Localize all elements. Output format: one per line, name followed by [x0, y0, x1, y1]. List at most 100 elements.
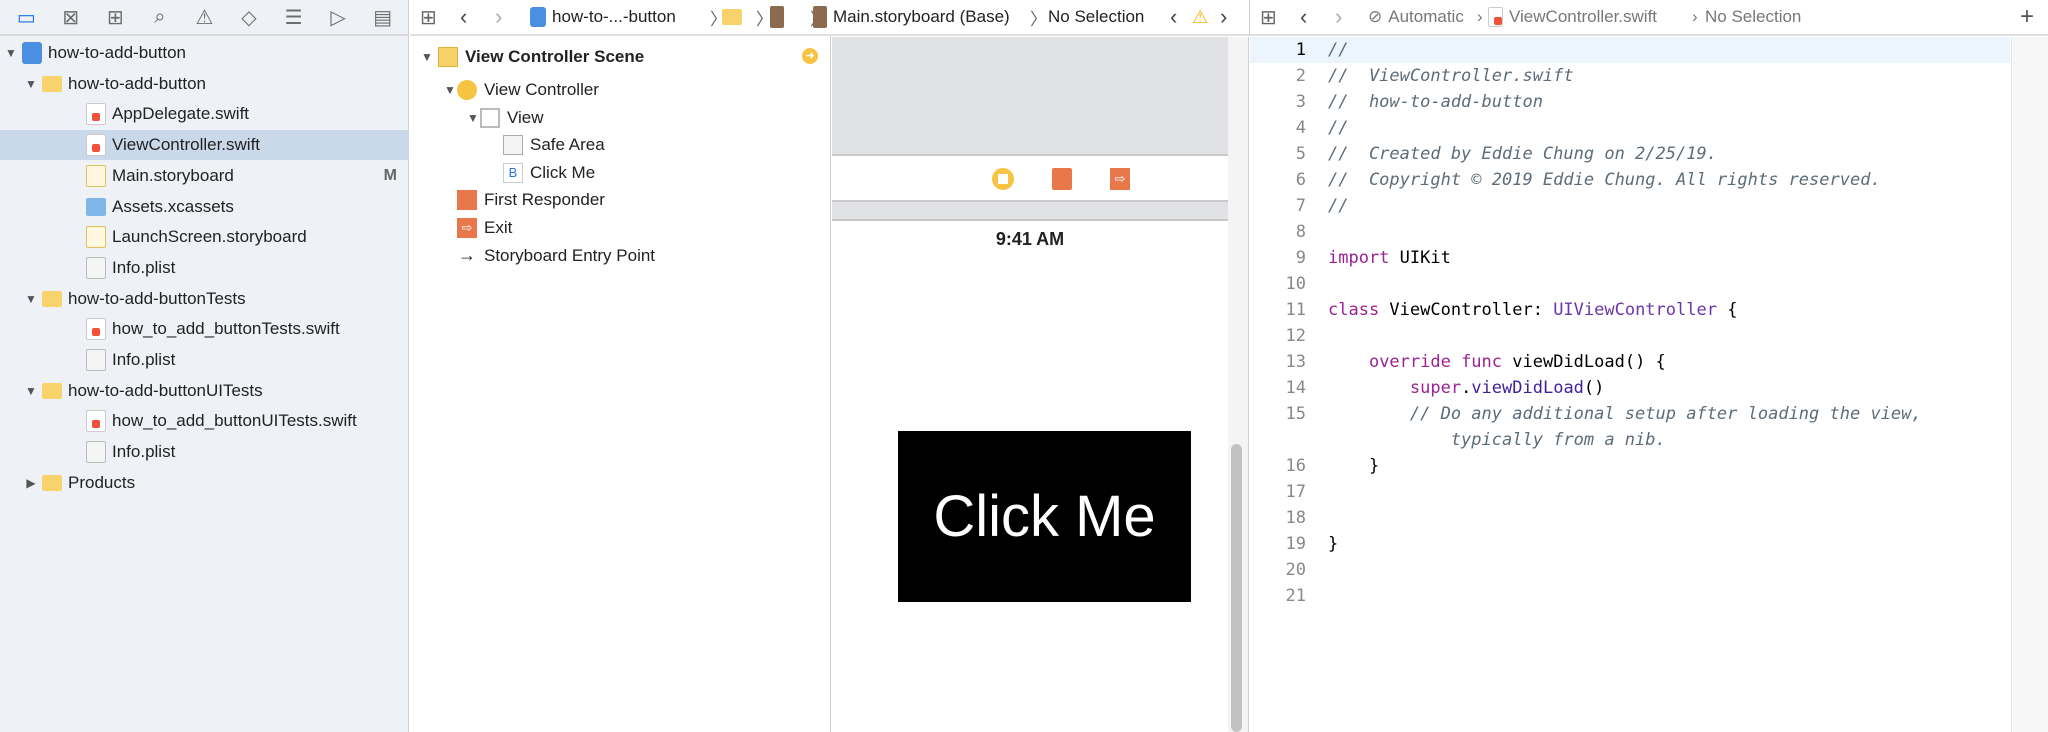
add-editor-icon[interactable]: +: [2020, 0, 2034, 34]
outline-item[interactable]: ⇨ Exit: [443, 215, 512, 241]
outline-item[interactable]: ▼ View: [466, 105, 544, 131]
outline-item[interactable]: → Storyboard Entry Point: [443, 243, 655, 269]
iphone-view[interactable]: 9:41 AM Click Me: [832, 219, 1228, 732]
warning-icon[interactable]: ⚠: [1192, 0, 1208, 34]
back-icon[interactable]: ‹: [460, 0, 467, 34]
disclosure-triangle-icon[interactable]: ▼: [443, 83, 457, 97]
jump-editor-file[interactable]: ViewController.swift: [1488, 0, 1657, 34]
folder-icon[interactable]: ▭: [12, 5, 40, 30]
outline-item[interactable]: Safe Area: [489, 132, 605, 158]
navigator-item-label: LaunchScreen.storyboard: [112, 227, 307, 247]
navigator-item[interactable]: AppDelegate.swift: [0, 99, 409, 129]
navigator-item[interactable]: ▼ how-to-add-buttonTests: [0, 284, 409, 314]
navigator-item[interactable]: Info.plist: [0, 253, 409, 283]
disclosure-triangle-icon[interactable]: ▼: [466, 111, 480, 125]
debug-icon[interactable]: ☰: [280, 5, 308, 30]
code-editor[interactable]: 1 // 2 // ViewController.swift 3 // how-to-ad…: [1250, 37, 2048, 732]
code-token: UIKit: [1389, 248, 1451, 268]
disclosure-triangle-icon[interactable]: ▼: [420, 50, 434, 64]
disclosure-triangle-icon[interactable]: ▼: [24, 384, 38, 398]
navigator-item[interactable]: ▼ how-to-add-button: [0, 38, 409, 68]
exit-icon: ⇨: [457, 218, 477, 238]
navigator-item[interactable]: ▶ Products: [0, 468, 409, 498]
line-number: 20: [1285, 560, 1306, 580]
jump-editor-selection[interactable]: No Selection: [1705, 0, 1801, 34]
line-number: 5: [1295, 144, 1306, 164]
disclosure-triangle-icon[interactable]: ▼: [24, 292, 38, 306]
jump-project[interactable]: how-to-...-button: [530, 0, 676, 34]
navigator-item[interactable]: how_to_add_buttonUITests.swift: [0, 406, 409, 436]
status-bar-time: 9:41 AM: [995, 229, 1065, 249]
minimap[interactable]: [2011, 37, 2048, 732]
swift-icon: [86, 134, 106, 157]
line-number: 6: [1295, 170, 1306, 190]
navigator-item-label: how-to-add-button: [68, 73, 206, 93]
swift-file-icon: [1488, 7, 1503, 27]
button-icon: B: [503, 162, 523, 183]
folder-icon: [42, 290, 62, 307]
breakpoint-icon[interactable]: ▷: [324, 5, 352, 30]
safe-area-icon: [503, 135, 523, 156]
forward-icon[interactable]: ›: [1335, 0, 1342, 34]
next-issue-icon[interactable]: ›: [1220, 0, 1227, 34]
warning-icon[interactable]: ⚠: [190, 5, 218, 30]
hierarchy-icon[interactable]: ⊞: [101, 5, 129, 30]
navigator-item[interactable]: ▼ how-to-add-button: [0, 69, 409, 99]
code-token: .: [1461, 378, 1472, 398]
code-text: // Copyright © 2019 Eddie Chung. All rig…: [1328, 167, 1881, 193]
jump-file[interactable]: Main.storyboard (Base): [813, 0, 1010, 34]
back-icon[interactable]: ‹: [1300, 0, 1307, 34]
code-token: (): [1583, 378, 1605, 398]
forward-icon[interactable]: ›: [495, 0, 502, 34]
code-token: // ViewController.swift: [1328, 66, 1574, 86]
navigator-item[interactable]: LaunchScreen.storyboard: [0, 222, 409, 252]
jump-automatic[interactable]: ⊘ Automatic: [1368, 0, 1464, 34]
chevron-icon: 〉: [1030, 9, 1047, 29]
navigator-item[interactable]: Main.storyboard M: [0, 161, 409, 191]
line-number: 1: [1295, 40, 1306, 60]
source-control-icon[interactable]: ⊠: [57, 5, 85, 30]
jump-automatic-label: Automatic: [1388, 7, 1464, 26]
plist-icon: [86, 256, 106, 279]
test-icon[interactable]: ◇: [235, 5, 263, 30]
outline-scene[interactable]: ▼ View Controller Scene: [420, 44, 644, 70]
navigator-item[interactable]: how_to_add_buttonTests.swift: [0, 314, 409, 344]
search-icon[interactable]: ⌕: [146, 6, 174, 29]
outline-item[interactable]: ▼ View Controller: [443, 77, 599, 103]
code-token: {: [1716, 300, 1738, 320]
related-items-icon[interactable]: ⊞: [420, 0, 437, 34]
outline-item[interactable]: B Click Me: [489, 160, 595, 186]
swift-icon: [86, 103, 106, 126]
jump-selection[interactable]: No Selection: [1048, 0, 1144, 34]
code-token: super: [1409, 378, 1462, 398]
jump-folder[interactable]: [722, 0, 748, 34]
scene-exit-icon[interactable]: ➜: [802, 48, 818, 64]
first-responder-icon[interactable]: [1052, 168, 1072, 190]
navigator-item-label: Products: [68, 472, 136, 492]
previous-issue-icon[interactable]: ‹: [1170, 0, 1177, 34]
view-controller-icon: [457, 80, 477, 100]
exit-icon[interactable]: ⇨: [1110, 168, 1130, 190]
code-token: import: [1328, 248, 1390, 268]
canvas-scrollbar[interactable]: [1228, 37, 1249, 732]
related-items-icon[interactable]: ⊞: [1260, 0, 1277, 34]
code-token: class: [1328, 300, 1380, 320]
jump-group[interactable]: [770, 0, 790, 34]
navigator-item[interactable]: Info.plist: [0, 437, 409, 467]
navigator-item[interactable]: ViewController.swift: [0, 130, 409, 161]
report-icon[interactable]: ▤: [369, 5, 397, 30]
navigator-item[interactable]: Assets.xcassets: [0, 192, 409, 222]
disclosure-triangle-icon[interactable]: ▼: [4, 46, 18, 60]
disclosure-triangle-icon[interactable]: ▶: [24, 476, 38, 490]
click-me-button[interactable]: Click Me: [898, 431, 1191, 602]
disclosure-triangle-icon[interactable]: ▼: [24, 77, 38, 91]
navigator-item[interactable]: Info.plist: [0, 345, 409, 375]
navigator-item[interactable]: ▼ how-to-add-buttonUITests: [0, 376, 409, 406]
code-token: UIViewController: [1553, 300, 1717, 320]
line-number: 19: [1285, 534, 1306, 554]
view-controller-icon[interactable]: [992, 168, 1014, 190]
scrollbar-thumb[interactable]: [1231, 444, 1242, 732]
storyboard-canvas[interactable]: ⇨ 9:41 AM Click Me: [832, 37, 1228, 732]
outline-item[interactable]: First Responder: [443, 187, 605, 213]
